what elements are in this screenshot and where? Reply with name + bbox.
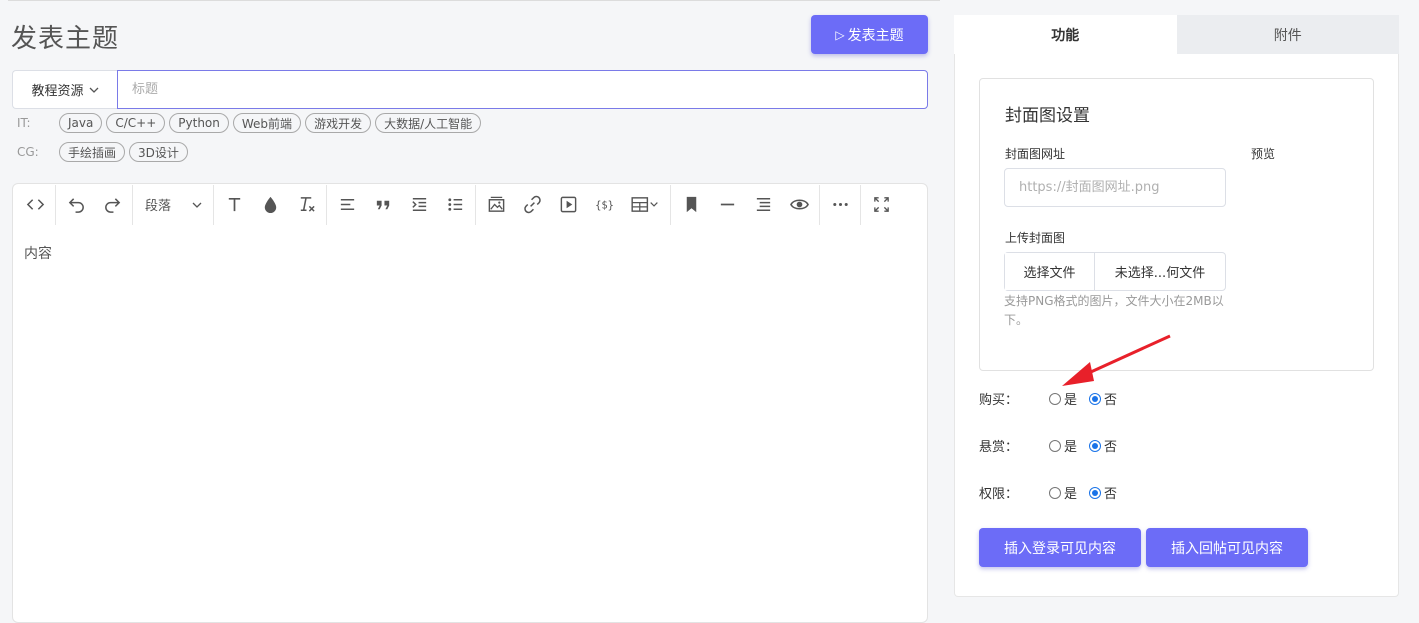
annotation-arrow-icon bbox=[1062, 334, 1171, 386]
reward-yes-radio[interactable]: 是 bbox=[1049, 436, 1077, 455]
radio-circle-checked[interactable] bbox=[1089, 392, 1102, 405]
radio-label: 否 bbox=[1104, 487, 1118, 502]
image-icon[interactable] bbox=[478, 187, 514, 223]
table-icon[interactable] bbox=[622, 187, 668, 223]
tag-row-cg: CG: 手绘插画 3D设计 bbox=[17, 142, 188, 162]
radio-label: 否 bbox=[1104, 440, 1118, 455]
radio-label: 是 bbox=[1064, 393, 1078, 408]
publish-button[interactable]: ▷ 发表主题 bbox=[811, 15, 928, 54]
indent-icon[interactable] bbox=[401, 187, 437, 223]
video-icon[interactable] bbox=[550, 187, 586, 223]
paragraph-select[interactable]: 段落 bbox=[135, 187, 211, 223]
tag-web-frontend[interactable]: Web前端 bbox=[232, 113, 302, 133]
radio-circle[interactable] bbox=[1049, 392, 1061, 405]
category-selected-value: 教程资源 bbox=[31, 84, 84, 99]
toolbar-divider bbox=[860, 184, 861, 225]
editor-placeholder: 内容 bbox=[24, 246, 52, 262]
publish-button-label: 发表主题 bbox=[847, 27, 904, 44]
toolbar-divider bbox=[326, 184, 327, 225]
tag-game-dev[interactable]: 游戏开发 bbox=[305, 113, 372, 133]
content-editor: 段落 {$} 内容 bbox=[12, 183, 928, 623]
cover-file-input[interactable]: 选择文件 未选择...何文件 bbox=[1004, 252, 1226, 291]
radio-label: 否 bbox=[1104, 393, 1118, 408]
option-label: 权限： bbox=[979, 487, 1019, 502]
cover-url-input[interactable] bbox=[1004, 168, 1226, 207]
option-permission: 权限： 是 否 bbox=[979, 483, 1129, 502]
clear-format-icon[interactable] bbox=[288, 187, 324, 223]
tag-row-it: IT: Java C/C++ Python Web前端 游戏开发 大数据/人工智… bbox=[17, 113, 482, 133]
tag-group-label: IT: bbox=[17, 116, 31, 130]
bullet-list-icon[interactable] bbox=[437, 187, 473, 223]
radio-circle[interactable] bbox=[1049, 486, 1061, 499]
option-reward: 悬赏： 是 否 bbox=[979, 436, 1129, 455]
link-icon[interactable] bbox=[514, 187, 550, 223]
cover-settings-title: 封面图设置 bbox=[1005, 106, 1090, 126]
color-drop-icon[interactable] bbox=[252, 187, 288, 223]
choose-file-button[interactable]: 选择文件 bbox=[1005, 253, 1095, 290]
chevron-down-icon bbox=[192, 202, 202, 208]
horizontal-rule-icon[interactable] bbox=[709, 187, 745, 223]
undo-icon[interactable] bbox=[58, 187, 94, 223]
cover-upload-label: 上传封面图 bbox=[1005, 231, 1066, 245]
tag-group-label: CG: bbox=[17, 145, 39, 159]
tag-python[interactable]: Python bbox=[169, 113, 229, 133]
code-block-icon[interactable]: {$} bbox=[586, 187, 622, 223]
chevron-down-icon bbox=[89, 87, 98, 93]
top-divider bbox=[8, 0, 940, 1]
bookmark-icon[interactable] bbox=[673, 187, 709, 223]
tab-attachments[interactable]: 附件 bbox=[1176, 15, 1399, 54]
option-purchase: 购买： 是 否 bbox=[979, 389, 1129, 408]
editor-content-area[interactable]: 内容 bbox=[13, 225, 927, 281]
toolbar-divider bbox=[475, 184, 476, 225]
tab-features[interactable]: 功能 bbox=[954, 15, 1177, 54]
fullscreen-icon[interactable] bbox=[863, 187, 899, 223]
radio-label: 是 bbox=[1064, 440, 1078, 455]
quote-icon[interactable] bbox=[365, 187, 401, 223]
side-tabs: 功能 附件 bbox=[954, 15, 1399, 54]
radio-label: 是 bbox=[1064, 487, 1078, 502]
purchase-yes-radio[interactable]: 是 bbox=[1049, 389, 1077, 408]
radio-circle-checked[interactable] bbox=[1089, 439, 1102, 452]
radio-circle-checked[interactable] bbox=[1089, 486, 1102, 499]
radio-circle[interactable] bbox=[1049, 439, 1061, 452]
toolbar-divider bbox=[55, 184, 56, 225]
cover-upload-hint: 支持PNG格式的图片，文件大小在2MB以下。 bbox=[1004, 294, 1224, 327]
tag-c-cpp[interactable]: C/C++ bbox=[106, 113, 166, 133]
toolbar-divider bbox=[213, 184, 214, 225]
code-view-icon[interactable] bbox=[17, 187, 53, 223]
editor-toolbar: 段落 {$} bbox=[13, 184, 927, 225]
paragraph-select-value: 段落 bbox=[145, 199, 172, 214]
align-left-icon[interactable] bbox=[329, 187, 365, 223]
tag-3d-design[interactable]: 3D设计 bbox=[129, 142, 188, 162]
tag-java[interactable]: Java bbox=[59, 113, 103, 133]
permission-no-radio[interactable]: 否 bbox=[1089, 483, 1117, 502]
title-input[interactable] bbox=[117, 70, 928, 109]
toolbar-divider bbox=[132, 184, 133, 225]
svg-text:{$}: {$} bbox=[595, 199, 614, 211]
permission-yes-radio[interactable]: 是 bbox=[1049, 483, 1077, 502]
option-label: 购买： bbox=[979, 393, 1019, 408]
send-triangle-icon: ▷ bbox=[835, 27, 845, 42]
font-size-icon[interactable] bbox=[216, 187, 252, 223]
option-label: 悬赏： bbox=[979, 440, 1019, 455]
tag-hand-illustration[interactable]: 手绘插画 bbox=[59, 142, 126, 162]
toc-icon[interactable] bbox=[745, 187, 781, 223]
more-icon[interactable] bbox=[822, 187, 858, 223]
reward-no-radio[interactable]: 否 bbox=[1089, 436, 1117, 455]
file-name-display: 未选择...何文件 bbox=[1114, 266, 1206, 281]
purchase-no-radio[interactable]: 否 bbox=[1089, 389, 1117, 408]
insert-reply-visible-button[interactable]: 插入回帖可见内容 bbox=[1146, 528, 1308, 567]
insert-login-visible-button[interactable]: 插入登录可见内容 bbox=[979, 528, 1141, 567]
page-title: 发表主题 bbox=[11, 24, 120, 54]
category-select[interactable]: 教程资源 bbox=[12, 70, 118, 109]
toolbar-divider bbox=[670, 184, 671, 225]
preview-eye-icon[interactable] bbox=[781, 187, 817, 223]
tag-bigdata-ai[interactable]: 大数据/人工智能 bbox=[375, 113, 482, 133]
toolbar-divider bbox=[819, 184, 820, 225]
redo-icon[interactable] bbox=[94, 187, 130, 223]
cover-url-label: 封面图网址 bbox=[1005, 147, 1066, 161]
cover-preview-label: 预览 bbox=[1251, 147, 1276, 161]
